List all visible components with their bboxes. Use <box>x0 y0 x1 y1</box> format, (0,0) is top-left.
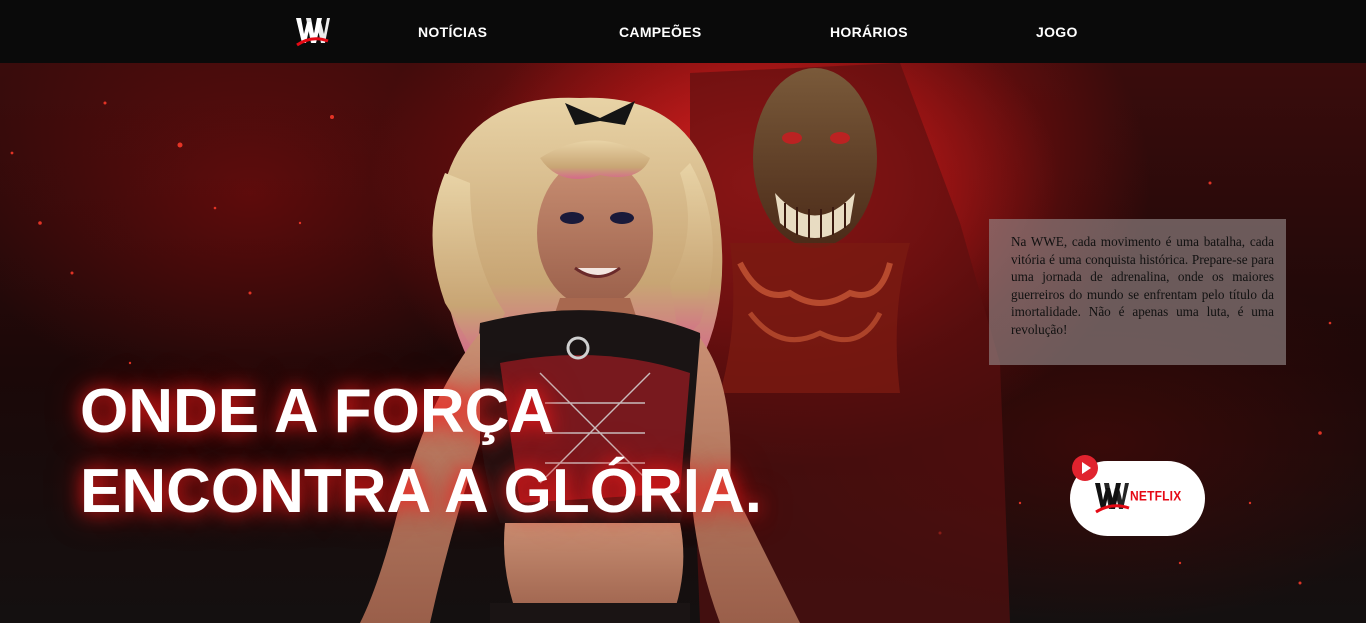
top-navigation: NOTÍCIAS CAMPEÕES HORÁRIOS JOGO <box>0 0 1366 63</box>
play-button[interactable] <box>1072 455 1098 481</box>
nav-item-jogo[interactable]: JOGO <box>1036 24 1078 40</box>
play-icon <box>1082 462 1091 474</box>
headline-line-1: ONDE A FORÇA <box>80 377 555 446</box>
netflix-label: NETFLIX <box>1130 487 1182 505</box>
hero-headline: ONDE A FORÇA ENCONTRA A GLÓRIA. <box>80 372 762 532</box>
nav-item-horarios[interactable]: HORÁRIOS <box>830 24 908 40</box>
nav-item-campeoes[interactable]: CAMPEÕES <box>619 24 702 40</box>
headline-line-2: ENCONTRA A GLÓRIA. <box>80 457 762 526</box>
nav-item-noticias[interactable]: NOTÍCIAS <box>418 24 487 40</box>
wwe-logo-icon[interactable] <box>294 15 330 47</box>
page: NOTÍCIAS CAMPEÕES HORÁRIOS JOGO ONDE A F… <box>0 0 1366 623</box>
wwe-logo-icon <box>1095 483 1130 514</box>
info-box: Na WWE, cada movimento é uma batalha, ca… <box>989 219 1286 365</box>
info-text: Na WWE, cada movimento é uma batalha, ca… <box>1011 234 1274 337</box>
